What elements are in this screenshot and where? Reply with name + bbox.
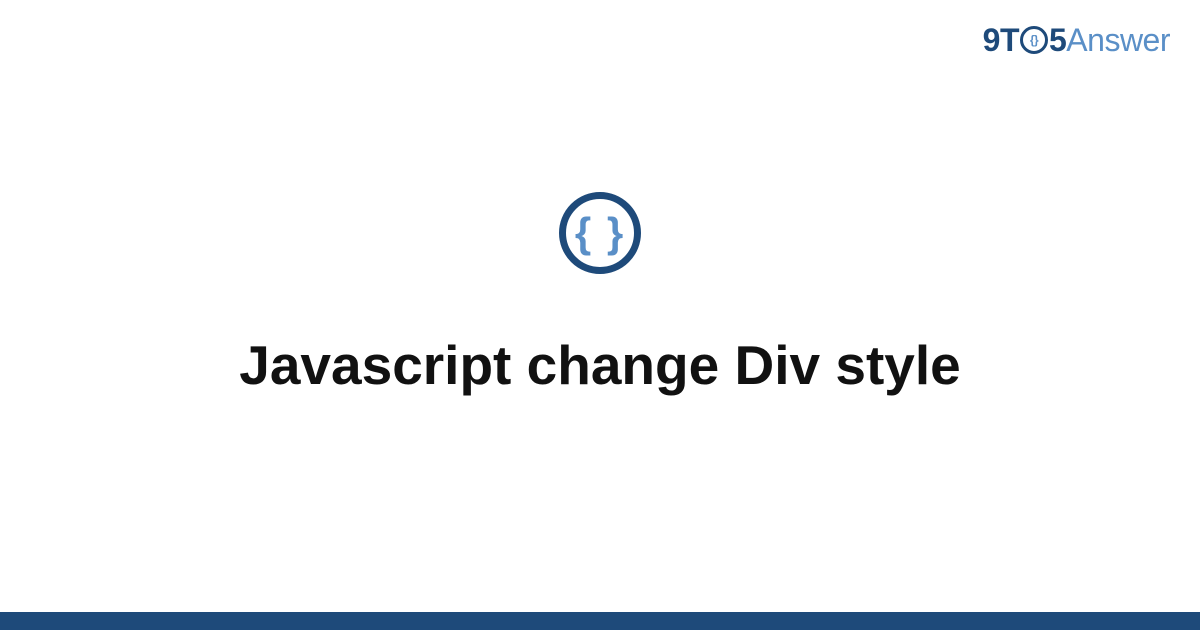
main-content: { } Javascript change Div style [0,0,1200,630]
footer-bar [0,612,1200,630]
page-title: Javascript change Div style [239,332,960,398]
braces-icon: { } [575,212,625,254]
topic-icon: { } [559,192,641,274]
